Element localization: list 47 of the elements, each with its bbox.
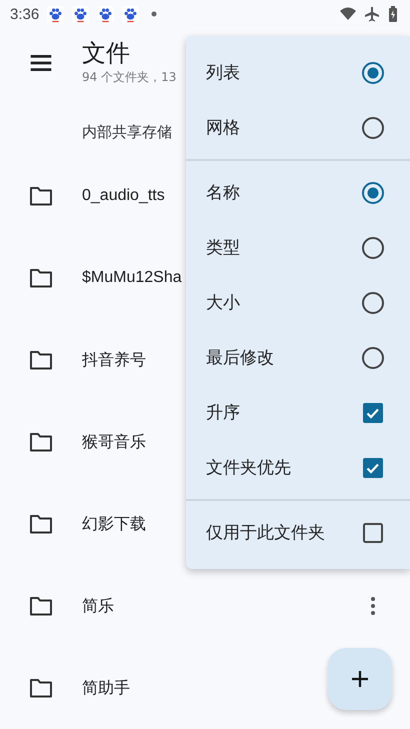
checkbox[interactable] [361, 456, 385, 480]
notification-dot-icon [151, 11, 158, 17]
folder-name[interactable]: 猴哥音乐 [82, 432, 146, 452]
folder-icon [29, 350, 53, 370]
radio-button[interactable] [361, 180, 385, 204]
folder-icon [29, 678, 53, 698]
menu-option[interactable]: 类型 [206, 236, 240, 259]
more-options-icon[interactable] [370, 596, 376, 616]
menu-icon[interactable] [29, 52, 53, 74]
folder-name[interactable]: 0_audio_tts [82, 187, 165, 205]
paw-icon [122, 6, 140, 22]
folder-icon [29, 268, 53, 288]
radio-button[interactable] [361, 236, 385, 260]
folder-name[interactable]: $MuMu12Sha [82, 269, 182, 287]
paw-icon [72, 6, 90, 22]
wifi-icon [340, 6, 356, 22]
folder-name[interactable]: 简乐 [82, 596, 114, 616]
checkbox[interactable] [361, 400, 385, 424]
menu-option[interactable]: 仅用于此文件夹 [206, 521, 325, 544]
plus-icon [350, 669, 370, 689]
menu-option[interactable]: 名称 [206, 181, 240, 204]
folder-icon [29, 186, 53, 206]
paw-icon [97, 6, 114, 22]
radio-button[interactable] [361, 290, 385, 314]
menu-option[interactable]: 文件夹优先 [206, 456, 291, 479]
folder-count: 94 个文件夹，13 [82, 69, 176, 86]
folder-name[interactable]: 抖音养号 [82, 350, 146, 370]
battery-icon [388, 6, 398, 22]
folder-icon [29, 432, 53, 452]
menu-option[interactable]: 列表 [206, 61, 240, 84]
folder-icon [29, 514, 53, 534]
status-time: 3:36 [10, 6, 40, 22]
folder-icon [29, 596, 53, 616]
radio-button[interactable] [361, 346, 385, 370]
radio-button[interactable] [361, 60, 385, 84]
radio-button[interactable] [361, 116, 385, 140]
menu-option[interactable]: 最后修改 [206, 346, 274, 369]
breadcrumb[interactable]: 内部共享存储 [82, 123, 172, 142]
checkbox[interactable] [361, 520, 385, 544]
paw-icon [47, 6, 64, 22]
menu-option[interactable]: 大小 [206, 291, 240, 314]
menu-option[interactable]: 升序 [206, 401, 240, 424]
folder-name[interactable]: 简助手 [82, 678, 130, 698]
airplane-icon [364, 6, 380, 22]
page-title: 文件 [82, 38, 131, 68]
folder-name[interactable]: 幻影下载 [82, 514, 146, 534]
menu-option[interactable]: 网格 [206, 116, 240, 139]
